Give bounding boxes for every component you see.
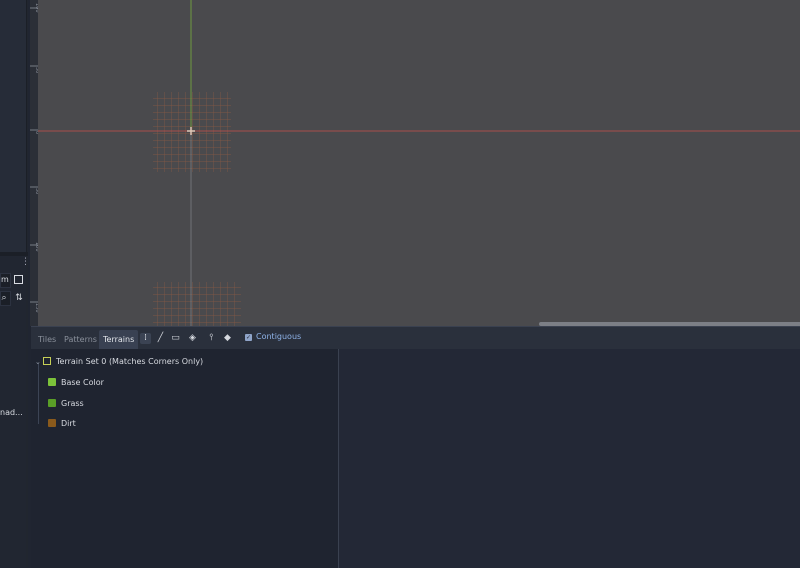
eraser-icon[interactable]: ◆ [222, 333, 233, 344]
path-field-text: m [1, 275, 9, 284]
rectangle-icon[interactable]: ▭ [170, 333, 181, 344]
ruler-ticks: 100 50 0 50 100 150 [30, 3, 40, 313]
tab-tiles[interactable]: Tiles [34, 330, 60, 349]
terrain-set-icon [43, 357, 51, 365]
search-icon[interactable]: ⌕ [0, 293, 9, 303]
window-icon[interactable] [14, 275, 23, 284]
tab-patterns[interactable]: Patterns [60, 330, 101, 349]
terrain-row-grass[interactable]: Grass [48, 397, 84, 411]
tile-grid [153, 92, 231, 172]
select-icon[interactable]: ⁞ [140, 333, 151, 344]
terrain-tree: ⌄ Terrain Set 0 (Matches Corners Only) Ba… [31, 349, 339, 568]
tile-grid [153, 282, 241, 326]
tab-bar: Tiles Patterns Terrains ⁞ ╱ ▭ ◈ ⫯ ◆ ✓ Co… [31, 327, 800, 349]
tab-terrains[interactable]: Terrains [99, 330, 139, 349]
viewport-canvas[interactable] [38, 0, 800, 326]
line-icon[interactable]: ╱ [155, 333, 166, 344]
tile-atlas-pane[interactable] [339, 349, 800, 568]
terrain-color-swatch [48, 378, 56, 386]
terrain-set-row[interactable]: ⌄ Terrain Set 0 (Matches Corners Only) [35, 355, 203, 369]
terrain-color-swatch [48, 399, 56, 407]
contiguous-label[interactable]: Contiguous [256, 332, 301, 341]
status-fragment: nad... [0, 408, 23, 417]
path-field[interactable]: m [0, 273, 11, 288]
tree-guide [38, 364, 39, 424]
chevron-down-icon[interactable]: ⌄ [35, 355, 43, 369]
terrain-label: Base Color [61, 378, 104, 387]
terrain-row-dirt[interactable]: Dirt [48, 417, 76, 431]
terrain-color-swatch [48, 419, 56, 427]
left-dock: ⋮ m ⌕ ⇅ nad... [0, 0, 28, 567]
sort-icon[interactable]: ⇅ [14, 293, 24, 303]
vertical-dots-icon[interactable]: ⋮ [21, 258, 28, 267]
terrain-set-label: Terrain Set 0 (Matches Corners Only) [56, 357, 204, 366]
picker-icon[interactable]: ⫯ [206, 333, 217, 344]
tileset-bottom-panel: Tiles Patterns Terrains ⁞ ╱ ▭ ◈ ⫯ ◆ ✓ Co… [31, 326, 800, 568]
bucket-fill-icon[interactable]: ◈ [187, 333, 198, 344]
tilemap-viewport[interactable] [38, 0, 800, 326]
terrain-label: Dirt [61, 419, 76, 428]
terrain-label: Grass [61, 399, 84, 408]
contiguous-checkbox[interactable]: ✓ [245, 334, 252, 341]
terrain-row-base-color[interactable]: Base Color [48, 376, 104, 390]
scene-dock-panel [0, 0, 27, 252]
